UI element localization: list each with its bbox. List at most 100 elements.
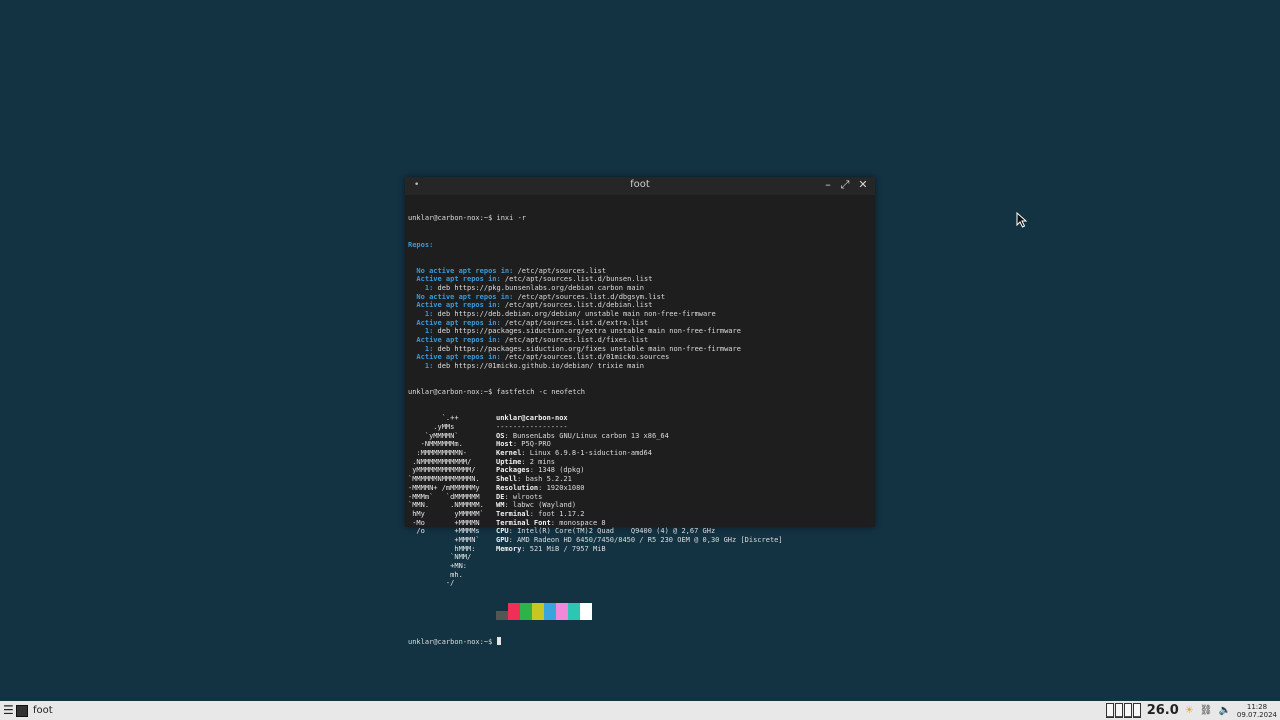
repo-line: Active apt repos in: /etc/apt/sources.li… — [408, 319, 872, 328]
logo-art: yMMMMMMMMMMMMM/ — [408, 466, 476, 475]
fetch-value: : 1920x1080 — [538, 483, 585, 492]
logo-art: hMMM: — [408, 544, 476, 553]
palette-swatch — [508, 602, 520, 620]
taskbar-task-foot[interactable]: foot — [16, 702, 53, 719]
cpu-core-bar — [1123, 703, 1132, 718]
logo-art: -MMMMN+ /mMMMMMMy — [408, 483, 480, 492]
palette-swatch — [520, 602, 532, 620]
repo-label: No active apt repos in: — [408, 292, 514, 301]
fetch-info: Kernel: Linux 6.9.8-1-siduction-amd64 — [496, 449, 652, 458]
logo-art: -MMMm` `dMMMMMM — [408, 492, 480, 501]
fetch-value: : labwc (Wayland) — [504, 501, 577, 510]
close-icon[interactable]: ✕ — [856, 178, 870, 191]
fetch-info: Host: P5Q-PRO — [496, 440, 551, 449]
logo-art: `yMMMMN` — [408, 431, 459, 440]
inxi-prompt: unklar@carbon-nox:~$ inxi -r — [408, 214, 527, 223]
fetch-value: : AMD Radeon HD 6450/7450/8450 / R5 230 … — [508, 535, 783, 544]
logo-art: -/ — [408, 579, 455, 588]
cpu-core-bar — [1132, 703, 1141, 718]
repo-value: /etc/apt/sources.list.d/bunsen.list — [500, 275, 653, 284]
logo-art: /o +MMMMs — [408, 527, 480, 536]
clock[interactable]: 11:28 09.07.2024 — [1237, 703, 1277, 719]
terminal-content[interactable]: unklar@carbon-nox:~$ inxi -r Repos: No a… — [408, 197, 872, 646]
fetch-value: : BunsenLabs GNU/Linux carbon 13 x86_64 — [504, 431, 669, 440]
repo-label: Active apt repos in: — [408, 301, 501, 310]
fetch-info: Terminal Font: monospace 8 — [496, 519, 606, 528]
weather-icon[interactable]: ☀ — [1185, 705, 1194, 716]
logo-art: `.++ — [408, 414, 459, 423]
fetch-value: : Intel(R) Core(TM)2 Quad Q9400 (4) @ 2,… — [508, 527, 716, 536]
fetch-info: Memory: 521 MiB / 7957 MiB — [496, 545, 606, 554]
repo-label: 1: — [408, 310, 434, 319]
maximize-icon[interactable]: ⤢ — [838, 178, 852, 192]
minimize-icon[interactable]: – — [821, 178, 835, 191]
final-prompt-line[interactable]: unklar@carbon-nox:~$ — [408, 636, 872, 646]
window-titlebar[interactable]: • foot – ⤢ ✕ — [405, 177, 875, 195]
fetch-value: : bash 5.2.21 — [517, 475, 572, 484]
fetch-value: : 521 MiB / 7957 MiB — [521, 544, 606, 553]
fetch-info: OS: BunsenLabs GNU/Linux carbon 13 x86_6… — [496, 432, 669, 441]
repos-header: Repos: — [408, 240, 434, 249]
fetch-info: CPU: Intel(R) Core(TM)2 Quad Q9400 (4) @… — [496, 527, 715, 536]
repo-value: deb https://pkg.bunsenlabs.org/debian ca… — [433, 283, 645, 292]
fetch-key: Shell — [496, 475, 518, 484]
repo-value: /etc/apt/sources.list.d/dbgsym.list — [513, 292, 666, 301]
fetch-row: yMMMMMMMMMMMMM/Packages: 1348 (dpkg) — [408, 466, 872, 475]
fetch-value: : P5Q-PRO — [512, 440, 551, 449]
logo-art: +MMMN` — [408, 535, 480, 544]
repo-value: /etc/apt/sources.list.d/fixes.list — [500, 336, 649, 345]
repo-line: 1: deb https://packages.siduction.org/fi… — [408, 345, 872, 354]
logo-art: .yMMs — [408, 423, 455, 432]
repo-label: No active apt repos in: — [408, 266, 514, 275]
palette-swatch — [544, 602, 556, 620]
logo-art: hMy yMMMMM` — [408, 509, 484, 518]
fetch-info: unklar@carbon-nox — [496, 414, 568, 423]
task-label: foot — [33, 705, 53, 716]
fetch-row: `.++ unklar@carbon-nox — [408, 414, 872, 423]
repo-value: deb https://packages.siduction.org/extra… — [433, 327, 741, 336]
fetch-row: -/ — [408, 579, 872, 588]
fetch-value: : foot 1.17.2 — [529, 509, 585, 518]
fetch-value: : Linux 6.9.8-1-siduction-amd64 — [521, 449, 652, 458]
repo-line: Active apt repos in: /etc/apt/sources.li… — [408, 301, 872, 310]
palette-swatch — [532, 602, 544, 620]
fetch-row: -Mo +MMMMN Terminal Font: monospace 8 — [408, 519, 872, 528]
repo-label: Active apt repos in: — [408, 275, 501, 284]
fetch-key: Memory — [496, 544, 522, 553]
repo-label: Active apt repos in: — [408, 336, 501, 345]
palette-swatch — [496, 610, 508, 620]
logo-art: -Mo +MMMMN — [408, 518, 480, 527]
repo-label: Active apt repos in: — [408, 318, 501, 327]
repo-value: /etc/apt/sources.list.d/debian.list — [500, 301, 653, 310]
volume-icon[interactable]: 🔈 — [1218, 705, 1230, 716]
final-prompt: unklar@carbon-nox:~$ — [408, 637, 497, 646]
fetch-row: `NMM/ — [408, 553, 872, 562]
fetch-row: .NMMMMMMMMMMM/Uptime: 2 mins — [408, 458, 872, 467]
fetch-row: `MMMMMMNMMMMMMMN. Shell: bash 5.2.21 — [408, 475, 872, 484]
fetch-row: -MMMm` `dMMMMMM DE: wlroots — [408, 493, 872, 502]
fetch-row: hMMM: Memory: 521 MiB / 7957 MiB — [408, 545, 872, 554]
fetch-key: CPU — [496, 527, 509, 536]
repo-line: 1: deb https://packages.siduction.org/ex… — [408, 327, 872, 336]
terminal-icon — [16, 704, 28, 717]
window-title: foot — [630, 179, 650, 190]
repo-line: Active apt repos in: /etc/apt/sources.li… — [408, 275, 872, 284]
fetch-row: +MN: — [408, 562, 872, 571]
fetch-key: Kernel — [496, 449, 522, 458]
app-menu-icon[interactable]: ☰ — [3, 703, 14, 717]
repo-label: 1: — [408, 344, 434, 353]
fetch-info: ----------------- — [496, 423, 568, 432]
repo-value: deb https://packages.siduction.org/fixes… — [433, 344, 741, 353]
fetch-info: Resolution: 1920x1080 — [496, 484, 585, 493]
repo-label: 1: — [408, 362, 434, 371]
cpu-core-bar — [1105, 703, 1114, 718]
fetch-key: Terminal — [496, 509, 530, 518]
repo-value: /etc/apt/sources.list.d/01micko.sources — [500, 353, 670, 362]
fetch-info: Packages: 1348 (dpkg) — [496, 466, 585, 475]
clock-time: 11:28 — [1246, 702, 1268, 711]
terminal-window[interactable]: • foot – ⤢ ✕ unklar@carbon-nox:~$ inxi -… — [405, 177, 875, 646]
repo-list: No active apt repos in: /etc/apt/sources… — [408, 267, 872, 371]
cpu-monitor[interactable] — [1105, 703, 1141, 718]
fetch-row: +MMMN` GPU: AMD Radeon HD 6450/7450/8450 … — [408, 536, 872, 545]
network-icon[interactable]: ⛓ — [1200, 705, 1213, 716]
